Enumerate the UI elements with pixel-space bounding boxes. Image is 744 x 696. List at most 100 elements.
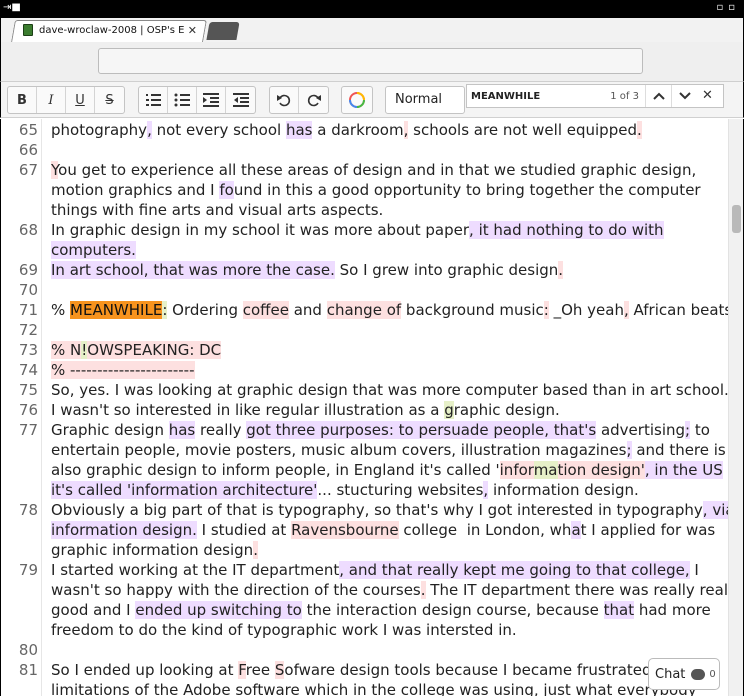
text-segment: freedom to do the kind of typographic wo…: [51, 621, 517, 639]
line-number: 80: [18, 641, 38, 659]
ordered-list-button[interactable]: [139, 87, 168, 113]
paragraph-style-select[interactable]: Normal: [385, 86, 465, 114]
text-segment: got three purposes: to persuade people, …: [246, 421, 597, 439]
text-segment: I wasn't so interested in like regular i…: [51, 401, 445, 419]
chat-bubble-icon: [691, 668, 706, 680]
text-line[interactable]: things with fine arts and visual arts as…: [51, 200, 383, 220]
text-segment: I: [689, 561, 699, 579]
new-tab-button[interactable]: [206, 22, 240, 40]
line-number: 65: [18, 121, 38, 139]
text-segment: good and I: [51, 601, 136, 619]
chat-label: Chat: [655, 666, 686, 682]
text-line[interactable]: % -----------------------: [51, 360, 195, 380]
editor-pane: 65 66 67 68 69 70 71 72 73 74 75 76 77 78 79 80 81 photo…: [0, 119, 744, 696]
strikethrough-button[interactable]: S: [95, 87, 124, 113]
text-segment: So I grew into graphic design: [334, 261, 559, 279]
color-group: [341, 86, 373, 114]
text-segment: , and that really kept me going to that …: [339, 561, 690, 579]
line-number: 77: [18, 421, 38, 439]
text-segment: schools are not well equipped: [408, 121, 637, 139]
text-line[interactable]: % N!OWSPEAKING: DC: [51, 340, 222, 360]
underline-button[interactable]: U: [66, 87, 95, 113]
italic-button[interactable]: I: [37, 87, 66, 113]
text-segment: photography: [51, 121, 148, 139]
text-line[interactable]: Obviously a big part of that is typograp…: [51, 500, 735, 520]
text-line[interactable]: % MEANWHILE: Ordering coffee and change …: [51, 300, 743, 320]
text-segment: Graphic design: [51, 421, 169, 439]
text-line[interactable]: You get to experience all these areas of…: [51, 160, 696, 180]
text-segment: %: [51, 301, 71, 319]
text-segment: has: [168, 421, 196, 439]
text-line[interactable]: information design. I studied at Ravensb…: [51, 520, 715, 540]
bullet-list-button[interactable]: [168, 87, 197, 113]
text-line[interactable]: it's called 'information architecture'..…: [51, 480, 639, 500]
undo-button[interactable]: [270, 87, 299, 113]
text-line[interactable]: I started working at the IT department, …: [51, 560, 699, 580]
text-line[interactable]: photography, not every school has a dark…: [51, 120, 642, 140]
tab-active[interactable]: dave-wroclaw-2008 | OSP's E ✕: [23, 21, 203, 39]
text-segment: computers.: [51, 241, 136, 259]
find-input[interactable]: MEANWHILE: [467, 91, 607, 102]
chat-button[interactable]: Chat 0: [648, 658, 720, 690]
line-number: 67: [18, 161, 38, 179]
line-number: 79: [18, 561, 38, 579]
text-line[interactable]: wasn't so happy with the direction of th…: [51, 580, 741, 600]
text-line[interactable]: So I ended up looking at Free Sofware de…: [51, 660, 675, 680]
text-segment: The IT department there was really reall…: [425, 581, 742, 599]
tab-close-icon[interactable]: ✕: [188, 24, 197, 37]
text-segment: a: [571, 521, 581, 539]
text-segment: has: [285, 121, 313, 139]
line-number: 69: [18, 261, 38, 279]
chevron-up-icon: [652, 92, 665, 100]
text-line[interactable]: freedom to do the kind of typographic wo…: [51, 620, 517, 640]
line-number: 70: [18, 281, 38, 299]
text-segment: infor: [499, 461, 534, 479]
history-group: [269, 86, 329, 114]
outdent-button[interactable]: [226, 87, 255, 113]
find-close-icon[interactable]: ✕: [702, 88, 713, 103]
window-controls[interactable]: ▫▫: [716, 2, 740, 14]
text-line[interactable]: motion graphics and I found in this a go…: [51, 180, 701, 200]
text-segment: stucturing websites: [331, 481, 484, 499]
text-segment: _Oh yeah: [548, 301, 624, 319]
text-line[interactable]: limitations of the Adobe software which …: [51, 680, 697, 696]
url-input[interactable]: [98, 48, 643, 74]
text-line[interactable]: entertain people, movie posters, music a…: [51, 440, 726, 460]
tab-strip: dave-wroclaw-2008 | OSP's E ✕: [0, 18, 744, 42]
line-number: 72: [18, 321, 38, 339]
find-bar: MEANWHILE 1 of 3: [466, 84, 724, 108]
find-prev-button[interactable]: [645, 85, 671, 107]
redo-button[interactable]: [299, 87, 328, 113]
window-menu-icon[interactable]: ⇥■: [3, 2, 21, 14]
text-segment: ofware design tools because I became fru…: [284, 661, 675, 679]
bold-button[interactable]: B: [8, 87, 37, 113]
text-line[interactable]: good and I ended up switching to the int…: [51, 600, 711, 620]
text-segment: it's called 'information architecture': [51, 481, 318, 499]
address-bar: [0, 42, 744, 82]
text-segment: information design.: [51, 521, 197, 539]
ordered-list-icon: [146, 94, 161, 106]
text-segment: ou get to experience all these areas of …: [58, 161, 697, 179]
text-segment: tion design': [557, 461, 645, 479]
text-line[interactable]: Graphic design has really got three purp…: [51, 420, 710, 440]
text-segment: information design.: [488, 481, 639, 499]
text-line[interactable]: I wasn't so interested in like regular i…: [51, 400, 560, 420]
outdent-icon: [232, 93, 249, 107]
text-line[interactable]: computers.: [51, 240, 136, 260]
text-segment: limitations of the Adobe software which …: [51, 681, 697, 696]
text-segment: wasn't so happy with the direction of th…: [51, 581, 421, 599]
indent-button[interactable]: [197, 87, 226, 113]
find-next-button[interactable]: [671, 85, 697, 107]
text-segment: and there is: [631, 441, 726, 459]
text-segment: advertising: [596, 421, 686, 439]
text-segment: coffee: [242, 301, 289, 319]
text-segment: g: [444, 401, 454, 419]
text-line[interactable]: In art school, that was more the case. S…: [51, 260, 564, 280]
vertical-scrollbar[interactable]: [728, 119, 743, 696]
text-line[interactable]: So, yes. I was looking at graphic design…: [51, 380, 729, 400]
text-line[interactable]: also graphic design to inform people, in…: [51, 460, 723, 480]
text-line[interactable]: graphic information design.: [51, 540, 258, 560]
authorship-colors-button[interactable]: [342, 87, 372, 113]
text-line[interactable]: In graphic design in my school it was mo…: [51, 220, 664, 240]
scroll-thumb[interactable]: [732, 205, 741, 233]
